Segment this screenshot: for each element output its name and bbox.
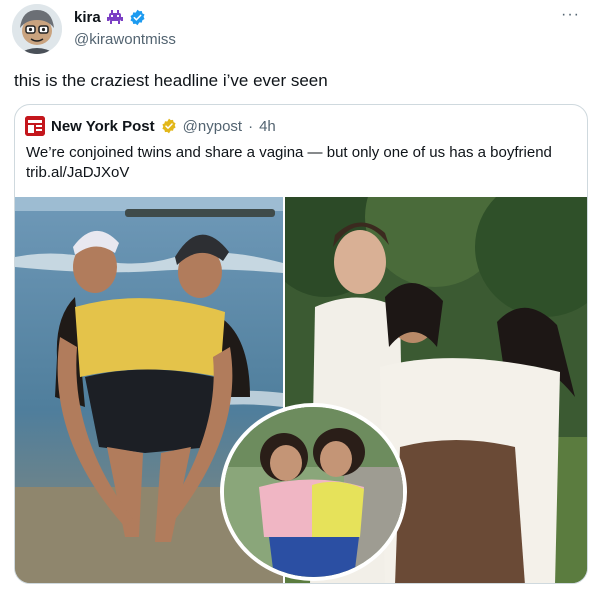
quoted-link[interactable]: trib.al/JaDJXoV	[26, 163, 581, 183]
tweet-text: this is the craziest headline i’ve ever …	[14, 71, 328, 90]
space-invader-icon	[106, 9, 123, 24]
author-name[interactable]: kira	[74, 9, 101, 26]
quoted-tweet-text: We’re conjoined twins and share a vagina…	[26, 143, 581, 183]
separator-dot: ·	[248, 117, 254, 135]
new-york-post-logo	[25, 116, 45, 136]
childhood-photo-image	[224, 407, 403, 577]
quoted-author-handle[interactable]: @nypost	[183, 118, 242, 135]
quoted-tweet-card[interactable]: New York Post @nypost · 4h We’re conjoin…	[14, 104, 588, 584]
cartoon-avatar-image	[12, 4, 62, 54]
quoted-author-name[interactable]: New York Post	[51, 118, 155, 135]
childhood-inset-photo[interactable]	[220, 403, 407, 581]
author-handle[interactable]: @kirawontmiss	[74, 31, 176, 48]
quoted-tweet-header: New York Post @nypost · 4h	[25, 116, 276, 136]
more-options-button[interactable]: ···	[561, 6, 580, 24]
quoted-headline: We’re conjoined twins and share a vagina…	[26, 144, 552, 161]
author-name-row[interactable]: kira	[74, 9, 146, 26]
author-avatar[interactable]	[12, 4, 62, 54]
gold-verified-badge-icon	[162, 118, 176, 134]
verified-badge-icon	[130, 9, 145, 26]
quoted-timestamp[interactable]: 4h	[259, 118, 276, 135]
